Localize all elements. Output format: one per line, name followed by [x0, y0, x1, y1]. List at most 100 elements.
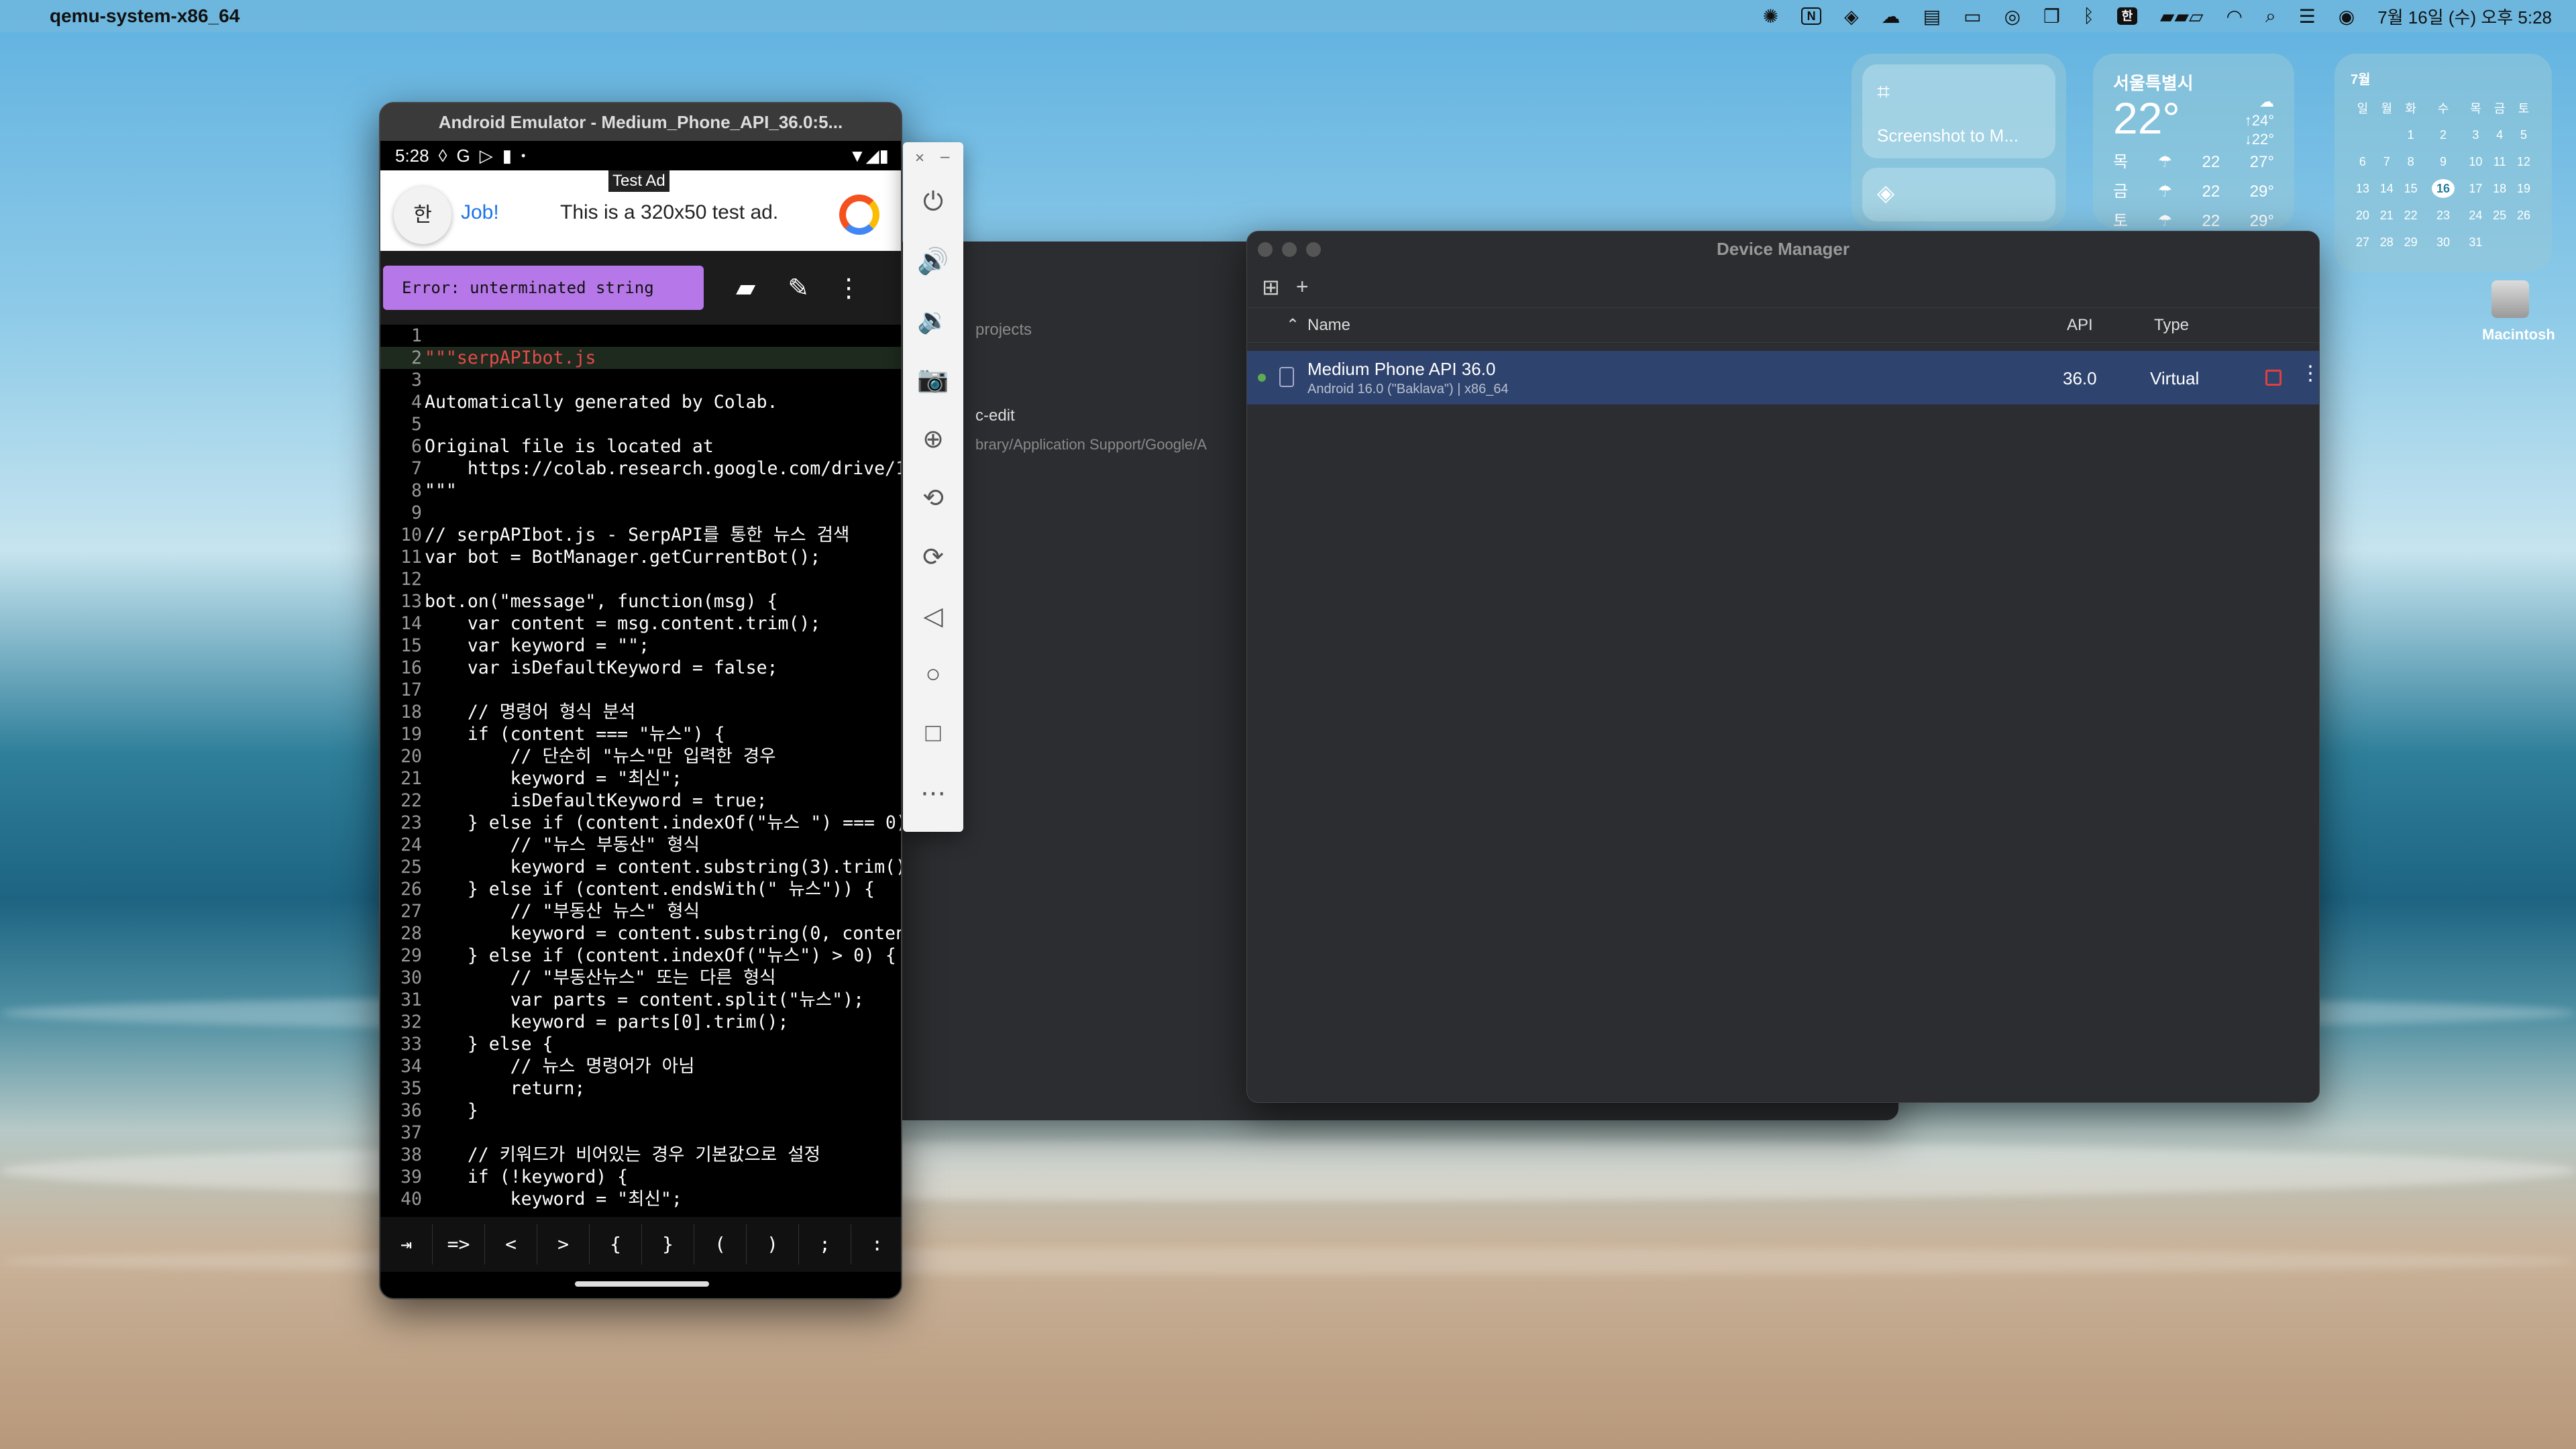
- close-icon[interactable]: ×: [915, 149, 924, 168]
- more-actions-icon[interactable]: ⋮: [2300, 362, 2319, 385]
- code-line: 4 Automatically generated by Colab.: [380, 391, 901, 413]
- edit-icon[interactable]: ✎: [788, 273, 809, 303]
- extra-key[interactable]: >: [537, 1224, 590, 1265]
- extra-key[interactable]: ;: [799, 1224, 851, 1265]
- siri-icon[interactable]: ◉: [2339, 5, 2355, 28]
- spotlight-icon[interactable]: ⌕: [2265, 5, 2276, 28]
- line-number: 15: [400, 635, 422, 656]
- code-text: // serpAPIbot.js - SerpAPI를 통한 뉴스 검색: [425, 525, 850, 545]
- zoom-icon[interactable]: ⊕: [903, 424, 963, 454]
- android-status-bar: 5:28 ◊ G ▷ ▮ • ▼◢▮: [380, 141, 901, 170]
- wifi-icon[interactable]: ◠: [2226, 5, 2243, 28]
- notion-icon[interactable]: N: [1801, 7, 1822, 25]
- ime-key[interactable]: 한: [394, 186, 451, 244]
- line-number: 28: [400, 923, 422, 944]
- calendar-day: 23: [2436, 208, 2450, 222]
- ad-link[interactable]: Job!: [461, 201, 499, 224]
- calendar-widget[interactable]: 7월 일월화수목금토 1 2 3 4 5 6 7 8 9 10 11 12 13 14 15 16 17 18 19…: [2334, 54, 2552, 272]
- menu-clock[interactable]: 7월 16일 (수) 오후 5:28: [2377, 4, 2552, 29]
- extra-key[interactable]: <: [485, 1224, 537, 1265]
- layers-icon[interactable]: ◈: [1844, 5, 1859, 28]
- emulator-title[interactable]: Android Emulator - Medium_Phone_API_36.0…: [380, 103, 901, 141]
- display-icon[interactable]: ▭: [1964, 5, 1981, 28]
- sort-up-icon[interactable]: ⌃: [1286, 315, 1299, 335]
- extra-key[interactable]: ): [747, 1224, 799, 1265]
- overview-icon[interactable]: □: [903, 719, 963, 748]
- control-center-icon[interactable]: ☰: [2299, 5, 2316, 28]
- calendar-weekday: 월: [2381, 102, 2393, 115]
- camera-icon[interactable]: 📷: [903, 365, 963, 394]
- power-icon[interactable]: ⏻: [903, 188, 963, 217]
- zoom-button[interactable]: [1306, 242, 1321, 257]
- calendar-day: 26: [2517, 208, 2531, 222]
- emulator-toolbar: × – ⏻ 🔊 🔉 📷 ⊕ ⟲ ⟳ ◁ ○ □ ⋯: [903, 142, 963, 832]
- column-type[interactable]: Type: [2154, 316, 2189, 335]
- forecast-low: 22: [2202, 153, 2220, 171]
- minimize-icon[interactable]: –: [941, 148, 949, 166]
- extra-key[interactable]: ⇥: [380, 1224, 433, 1265]
- rotate-left-icon[interactable]: ⟲: [903, 483, 963, 513]
- emulator-window[interactable]: Android Emulator - Medium_Phone_API_36.0…: [379, 102, 902, 1299]
- code-text: // 단순히 "뉴스"만 입력한 경우: [425, 746, 776, 767]
- code-line: 18 // 명령어 형식 분석: [380, 701, 901, 723]
- gesture-nav-handle[interactable]: [575, 1281, 709, 1287]
- disk-icon[interactable]: [2491, 280, 2529, 318]
- code-line: 34 // 뉴스 명령어가 아님: [380, 1055, 901, 1077]
- weather-widget[interactable]: 서울특별시 22° ☁ ↑24° ↓22° 목 ☂ 22 27° 금 ☂ 22 29° 토 ☂…: [2093, 54, 2294, 230]
- code-text: """serpAPIbot.js: [425, 347, 596, 368]
- stop-icon[interactable]: [2265, 370, 2282, 386]
- airplay-icon[interactable]: ◎: [2004, 5, 2021, 28]
- forecast-day: 금: [2113, 182, 2129, 201]
- extra-key[interactable]: }: [642, 1224, 694, 1265]
- focus-icon[interactable]: ✺: [1763, 5, 1778, 28]
- error-message[interactable]: Error: unterminated string literal: [383, 266, 704, 341]
- volume-down-icon[interactable]: 🔉: [903, 306, 963, 335]
- rotate-right-icon[interactable]: ⟳: [903, 542, 963, 572]
- calendar-day: 1: [2407, 127, 2414, 142]
- code-line: 15 var keyword = "";: [380, 635, 901, 657]
- active-app-name[interactable]: qemu-system-x86_64: [50, 5, 239, 27]
- code-text: var keyword = "";: [425, 635, 650, 656]
- minimize-button[interactable]: [1282, 242, 1297, 257]
- home-icon[interactable]: ○: [903, 660, 963, 689]
- test-ad-banner[interactable]: Test Ad 한 Job! This is a 320x50 test ad.: [380, 170, 901, 251]
- window-icon[interactable]: ❐: [2043, 5, 2060, 28]
- shortcuts-widget[interactable]: ⌗ Screenshot to M... ◈: [1851, 54, 2066, 228]
- recent-project-name[interactable]: c-edit: [975, 407, 1015, 425]
- shortcut-tile[interactable]: ◈: [1862, 168, 2055, 221]
- device-manager-window[interactable]: Device Manager ⊞ + ⌃ Name API Type Mediu…: [1246, 231, 2320, 1103]
- input-source-icon[interactable]: 한: [2116, 7, 2137, 25]
- stage-manager-icon[interactable]: ▤: [1923, 5, 1941, 28]
- calendar-day: 25: [2493, 208, 2507, 222]
- pair-devices-icon[interactable]: ⊞: [1262, 274, 1280, 300]
- calendar-day: 31: [2469, 235, 2483, 249]
- bluetooth-icon[interactable]: ᛒ: [2083, 5, 2094, 27]
- screenshot-shortcut[interactable]: ⌗ Screenshot to M...: [1862, 64, 2055, 158]
- projects-link[interactable]: projects: [975, 321, 1032, 339]
- phone-screen[interactable]: 5:28 ◊ G ▷ ▮ • ▼◢▮ Test Ad 한 Job! This i…: [380, 141, 902, 1298]
- line-number: 17: [400, 680, 422, 700]
- device-row[interactable]: Medium Phone API 36.0 Android 16.0 ("Bak…: [1247, 351, 2319, 405]
- extra-key[interactable]: :: [851, 1224, 901, 1265]
- extra-key[interactable]: {: [590, 1224, 642, 1265]
- code-line: 39 if (!keyword) {: [380, 1166, 901, 1188]
- back-icon[interactable]: ◁: [903, 601, 963, 631]
- close-button[interactable]: [1258, 242, 1273, 257]
- column-name[interactable]: Name: [1307, 316, 1350, 335]
- disk-label[interactable]: Macintosh: [2482, 326, 2555, 343]
- extra-key[interactable]: (: [694, 1224, 747, 1265]
- more-icon[interactable]: ⋯: [903, 778, 963, 808]
- add-device-icon[interactable]: +: [1296, 274, 1309, 299]
- extra-key[interactable]: =>: [433, 1224, 485, 1265]
- folder-icon[interactable]: ▰: [736, 273, 755, 303]
- code-editor[interactable]: 1 2 """serpAPIbot.js 3 4 Automatically genera…: [380, 325, 902, 1217]
- code-text: keyword = content.substring(0, content.: [425, 923, 902, 944]
- line-number: 14: [400, 613, 422, 634]
- volume-up-icon[interactable]: 🔊: [903, 247, 963, 276]
- cloud-icon[interactable]: ☁: [1882, 5, 1900, 28]
- calendar-day: 9: [2439, 154, 2447, 168]
- device-manager-titlebar[interactable]: Device Manager: [1247, 231, 2319, 266]
- column-api[interactable]: API: [2067, 316, 2093, 335]
- overflow-menu-icon[interactable]: ⋮: [836, 273, 861, 303]
- battery-icon[interactable]: ▰▰▱: [2160, 5, 2204, 28]
